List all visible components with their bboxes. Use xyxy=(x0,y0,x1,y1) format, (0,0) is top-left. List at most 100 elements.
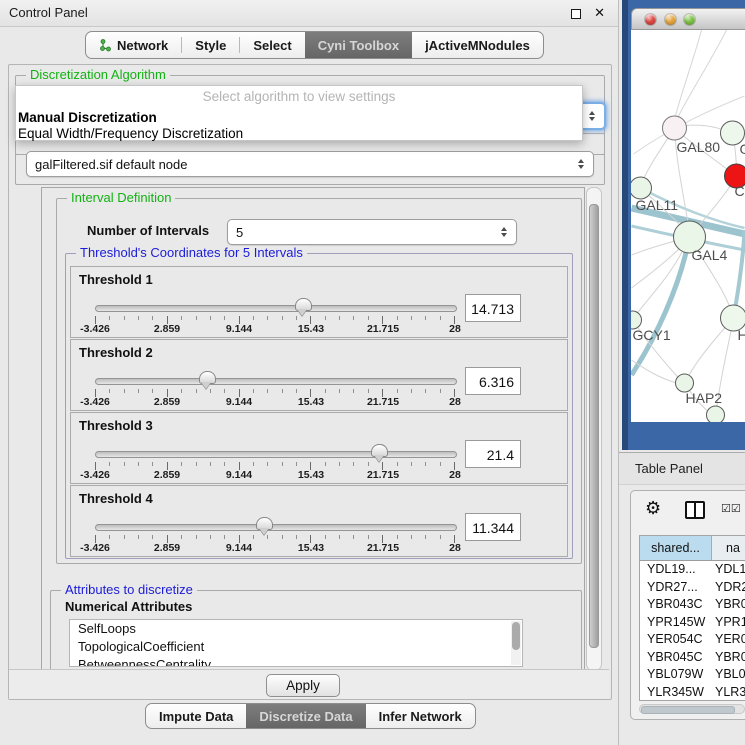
table-row[interactable]: YER054CYER0 xyxy=(640,631,745,649)
network-edge[interactable] xyxy=(632,237,690,375)
network-graph: GAL80GACGAL11GAL4GCY1HHAP2 xyxy=(631,30,745,422)
bottom-tab-discretize-data[interactable]: Discretize Data xyxy=(246,704,365,728)
tab-cyni-toolbox[interactable]: Cyni Toolbox xyxy=(305,32,412,58)
cell-shared-name[interactable]: YLR345W xyxy=(640,684,712,702)
threshold-value-field[interactable]: 6.316 xyxy=(465,367,521,395)
cell-shared-name[interactable]: YBL079W xyxy=(640,666,712,684)
tab-label: jActiveMNodules xyxy=(425,38,530,53)
cell-shared-name[interactable]: YDL19... xyxy=(640,561,712,579)
attributes-list-scrollbar[interactable] xyxy=(511,621,521,665)
mac-zoom-icon[interactable] xyxy=(684,14,695,25)
tab-network[interactable]: Network xyxy=(86,32,181,58)
network-window-titlebar[interactable] xyxy=(631,8,745,30)
slider-thumb[interactable] xyxy=(295,298,312,311)
list-item-topologicalcoefficient[interactable]: TopologicalCoefficient xyxy=(70,638,522,656)
cell-name[interactable]: YDL1 xyxy=(712,561,745,579)
network-icon xyxy=(99,39,112,52)
slider-track[interactable] xyxy=(95,451,457,458)
algorithm-option-manual-discretization[interactable]: Manual Discretization xyxy=(16,110,582,126)
slider-thumb[interactable] xyxy=(199,371,216,384)
algorithm-popup-placeholder: Select algorithm to view settings xyxy=(16,86,582,110)
node-label: C xyxy=(735,183,745,199)
network-canvas[interactable]: GAL80GACGAL11GAL4GCY1HHAP2 xyxy=(631,30,745,422)
bottom-tab-infer-network[interactable]: Infer Network xyxy=(366,704,475,728)
slider-track[interactable] xyxy=(95,305,457,312)
node-attribute-table[interactable]: shared... na YDL19...YDL1YDR27...YDR2YBR… xyxy=(639,535,745,701)
slider-track[interactable] xyxy=(95,524,457,531)
cell-name[interactable]: YBR0 xyxy=(712,649,745,667)
tab-jactivemnodules[interactable]: jActiveMNodules xyxy=(412,32,543,58)
stepper-icon xyxy=(585,111,599,122)
control-panel-title: Control Panel xyxy=(9,0,88,26)
cell-name[interactable]: YBL0 xyxy=(712,666,745,684)
network-node[interactable] xyxy=(663,116,687,140)
network-edge[interactable] xyxy=(678,30,727,118)
close-icon[interactable]: ✕ xyxy=(594,0,605,26)
threshold-panel-4: Threshold 4-3.4262.8599.14415.4321.71528… xyxy=(70,485,568,557)
tab-label: Select xyxy=(253,38,291,53)
network-edge[interactable] xyxy=(676,30,702,116)
node-label: HAP2 xyxy=(686,390,723,406)
mac-close-icon[interactable] xyxy=(645,14,656,25)
cell-shared-name[interactable]: YBR045C xyxy=(640,649,712,667)
numerical-attributes-list[interactable]: SelfLoopsTopologicalCoefficientBetweenne… xyxy=(69,619,523,667)
node-label: H xyxy=(738,327,745,343)
columns-icon[interactable] xyxy=(685,501,705,519)
table-data-combobox[interactable]: galFiltered.sif default node xyxy=(26,151,594,177)
table-row[interactable]: YDL19...YDL1 xyxy=(640,561,745,579)
node-label: GA xyxy=(740,141,745,157)
threshold-label: Threshold 1 xyxy=(79,272,153,287)
tab-label: Discretize Data xyxy=(259,709,352,724)
node-label: GAL80 xyxy=(677,139,721,155)
tab-select[interactable]: Select xyxy=(240,32,304,58)
table-row[interactable]: YBR045CYBR0 xyxy=(640,649,745,667)
threshold-value-field[interactable]: 21.4 xyxy=(465,440,521,468)
threshold-panel-1: Threshold 1-3.4262.8599.14415.4321.71528… xyxy=(70,266,568,338)
cell-shared-name[interactable]: YDR27... xyxy=(640,579,712,597)
column-header-shared-name[interactable]: shared... xyxy=(640,536,712,560)
control-panel-window: Control Panel ✕ NetworkStyle Select Cyni T… xyxy=(0,0,619,745)
algorithm-option-equal-width-frequency-discretization[interactable]: Equal Width/Frequency Discretization xyxy=(16,126,582,142)
gear-icon[interactable]: ⚙ xyxy=(645,497,661,519)
cell-name[interactable]: YER0 xyxy=(712,631,745,649)
table-row[interactable]: YBL079WYBL0 xyxy=(640,666,745,684)
list-item-betweennesscentrality[interactable]: BetweennessCentrality xyxy=(70,656,522,667)
settings-scrollbar[interactable] xyxy=(586,187,602,671)
checkbox-columns-icon[interactable]: ☑☑ xyxy=(721,502,741,515)
cell-shared-name[interactable]: YPR145W xyxy=(640,614,712,632)
numerical-attributes-label: Numerical Attributes xyxy=(65,599,192,614)
threshold-value-field[interactable]: 14.713 xyxy=(465,294,521,322)
float-window-icon[interactable] xyxy=(571,9,581,19)
settings-scroll-panel: Interval Definition Number of Intervals … xyxy=(41,187,585,671)
mac-minimize-icon[interactable] xyxy=(665,14,676,25)
bottom-tab-impute-data[interactable]: Impute Data xyxy=(146,704,246,728)
slider-track[interactable] xyxy=(95,378,457,385)
network-node[interactable] xyxy=(631,177,652,199)
number-of-intervals-combobox[interactable]: 5 xyxy=(227,219,517,245)
table-row[interactable]: YLR345WYLR3 xyxy=(640,684,745,702)
slider-thumb[interactable] xyxy=(256,517,273,530)
column-header-name[interactable]: na xyxy=(712,536,745,560)
table-horizontal-scrollbar[interactable] xyxy=(639,704,745,714)
slider-thumb[interactable] xyxy=(371,444,388,457)
table-row[interactable]: YPR145WYPR1 xyxy=(640,614,745,632)
tab-style[interactable]: Style xyxy=(182,32,239,58)
cell-name[interactable]: YBR0 xyxy=(712,596,745,614)
cell-name[interactable]: YDR2 xyxy=(712,579,745,597)
cell-name[interactable]: YPR1 xyxy=(712,614,745,632)
algorithm-dropdown-popup: Select algorithm to view settings Manual… xyxy=(15,85,583,141)
apply-button[interactable]: Apply xyxy=(266,674,340,697)
thresholds-legend: Threshold's Coordinates for 5 Intervals xyxy=(76,246,307,260)
network-node[interactable] xyxy=(707,406,725,422)
list-item-selfloops[interactable]: SelfLoops xyxy=(70,620,522,638)
threshold-value-field[interactable]: 11.344 xyxy=(465,513,521,541)
cell-shared-name[interactable]: YBR043C xyxy=(640,596,712,614)
cell-name[interactable]: YLR3 xyxy=(712,684,745,702)
cell-shared-name[interactable]: YER054C xyxy=(640,631,712,649)
network-view-window[interactable]: GAL80GACGAL11GAL4GCY1HHAP2 xyxy=(622,0,745,450)
threshold-panel-2: Threshold 2-3.4262.8599.14415.4321.71528… xyxy=(70,339,568,411)
stepper-icon xyxy=(497,227,511,238)
interval-definition-legend: Interval Definition xyxy=(67,191,175,205)
table-row[interactable]: YBR043CYBR0 xyxy=(640,596,745,614)
table-row[interactable]: YDR27...YDR2 xyxy=(640,579,745,597)
